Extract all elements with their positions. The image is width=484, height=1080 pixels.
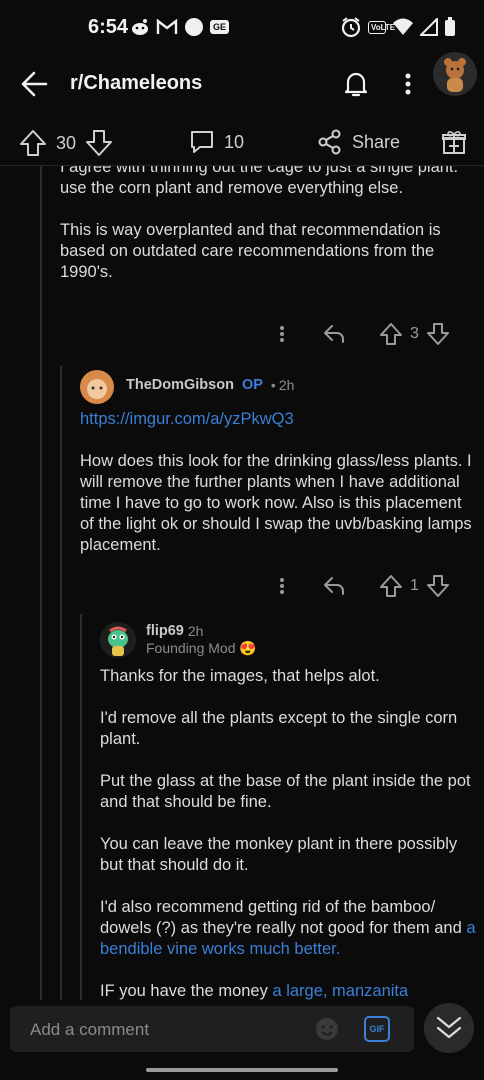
emoji-icon bbox=[316, 1018, 338, 1040]
comment-time: 2h bbox=[187, 623, 204, 639]
comment-score: 3 bbox=[410, 325, 419, 342]
reddit-notification-icon bbox=[130, 18, 150, 36]
comment-paragraph: This is way overplanted and that recomme… bbox=[60, 221, 441, 281]
battery-icon bbox=[444, 17, 456, 37]
comment-composer[interactable]: Add a comment GIF bbox=[10, 1006, 414, 1052]
post-action-bar: 30 10 Share bbox=[0, 122, 484, 166]
comment-paragraph: You can leave the monkey plant in there … bbox=[100, 835, 458, 874]
comment-actions: 1 bbox=[272, 570, 451, 602]
manzanita-link[interactable]: a large, manzanita bbox=[272, 982, 408, 1000]
user-avatar[interactable] bbox=[433, 52, 477, 96]
thread-guide-line bbox=[80, 614, 82, 1000]
share-icon bbox=[318, 129, 341, 155]
app-bar: r/Chameleons bbox=[0, 56, 484, 112]
thread-guide-line bbox=[60, 366, 62, 1000]
comment-count: 10 bbox=[224, 131, 245, 152]
comment-paragraph: IF you have the money a large, manzanita bbox=[100, 981, 476, 1000]
chameleon-avatar-icon bbox=[100, 622, 136, 658]
downvote-icon[interactable] bbox=[84, 128, 114, 158]
more-vertical-icon bbox=[405, 73, 411, 95]
author-avatar[interactable] bbox=[100, 622, 136, 658]
volte-icon: VoLTE bbox=[368, 20, 395, 34]
overflow-menu-button[interactable] bbox=[396, 68, 420, 100]
comment-paragraph: I'd also recommend getting rid of the ba… bbox=[100, 897, 476, 960]
more-vertical-icon[interactable] bbox=[272, 570, 292, 602]
vote-group: 30 bbox=[18, 128, 114, 158]
downvote-icon[interactable] bbox=[425, 318, 451, 350]
wifi-icon bbox=[392, 18, 414, 36]
gift-icon bbox=[442, 131, 466, 154]
comment-score: 1 bbox=[410, 577, 419, 594]
downvote-icon[interactable] bbox=[425, 570, 451, 602]
author-name[interactable]: TheDomGibson bbox=[126, 377, 234, 393]
upvote-icon[interactable] bbox=[378, 570, 404, 602]
comment-time: 2h bbox=[278, 377, 295, 393]
comment-input[interactable]: Add a comment bbox=[30, 1020, 149, 1040]
alarm-icon bbox=[340, 16, 362, 38]
award-button[interactable] bbox=[440, 128, 468, 156]
comment-time-sep: • bbox=[270, 377, 276, 393]
comment-thread: I agree with thinning out the cage to ju… bbox=[0, 166, 484, 1000]
comment-body: https://imgur.com/a/yzPkwQ3 How does thi… bbox=[80, 409, 476, 556]
comment-paragraph: I agree with thinning out the cage to ju… bbox=[60, 166, 459, 197]
comment-paragraph: I'd remove all the plants except to the … bbox=[100, 709, 458, 748]
thread-guide-line bbox=[40, 166, 42, 1000]
ge-badge-icon: GE bbox=[210, 20, 230, 34]
author-name[interactable]: flip69 bbox=[146, 623, 184, 639]
default-avatar-icon bbox=[80, 370, 114, 404]
status-time: 6:54 bbox=[88, 16, 129, 38]
double-chevron-down-icon bbox=[436, 1016, 462, 1039]
comment-body: Thanks for the images, that helps alot. … bbox=[100, 666, 476, 1000]
gif-button[interactable]: GIF bbox=[364, 1016, 390, 1042]
emoji-button[interactable] bbox=[314, 1016, 340, 1042]
reply-icon[interactable] bbox=[320, 318, 350, 350]
status-bar: 6:54 GE VoLTE bbox=[0, 0, 484, 56]
back-button[interactable] bbox=[18, 66, 54, 102]
share-button[interactable]: Share bbox=[316, 128, 400, 156]
comment-paragraph: Thanks for the images, that helps alot. bbox=[100, 667, 380, 685]
comment-actions: 3 bbox=[272, 318, 451, 350]
bell-icon bbox=[344, 72, 368, 97]
comment-paragraph: How does this look for the drinking glas… bbox=[80, 452, 472, 554]
share-label: Share bbox=[352, 131, 401, 152]
user-flair: Founding Mod 😍 bbox=[146, 640, 257, 656]
comment-paragraph: Put the glass at the base of the plant i… bbox=[100, 772, 471, 811]
author-avatar[interactable] bbox=[80, 370, 114, 404]
comment-header: TheDomGibson OP • 2h bbox=[126, 377, 294, 393]
arrow-left-icon bbox=[21, 71, 48, 97]
notifications-button[interactable] bbox=[340, 68, 372, 100]
comment-body: I agree with thinning out the cage to ju… bbox=[60, 166, 470, 283]
upvote-icon[interactable] bbox=[18, 128, 48, 158]
gmail-icon bbox=[156, 19, 178, 35]
comment-header: flip69 2h bbox=[146, 623, 203, 639]
post-score: 30 bbox=[56, 132, 77, 153]
paragraph-text: IF you have the money bbox=[100, 982, 273, 1000]
op-badge: OP bbox=[241, 377, 263, 393]
bear-avatar-icon bbox=[433, 52, 477, 96]
more-vertical-icon[interactable] bbox=[272, 318, 292, 350]
upvote-icon[interactable] bbox=[378, 318, 404, 350]
paragraph-text: I'd also recommend getting rid of the ba… bbox=[100, 898, 467, 937]
comments-button[interactable]: 10 bbox=[188, 128, 244, 156]
home-indicator[interactable] bbox=[146, 1068, 338, 1072]
next-comment-button[interactable] bbox=[424, 1003, 474, 1053]
circle-notification-icon bbox=[184, 17, 204, 37]
reply-icon[interactable] bbox=[320, 570, 350, 602]
imgur-link[interactable]: https://imgur.com/a/yzPkwQ3 bbox=[80, 409, 476, 430]
subreddit-title[interactable]: r/Chameleons bbox=[70, 72, 202, 95]
comment-icon bbox=[191, 131, 213, 153]
signal-icon bbox=[420, 18, 438, 36]
